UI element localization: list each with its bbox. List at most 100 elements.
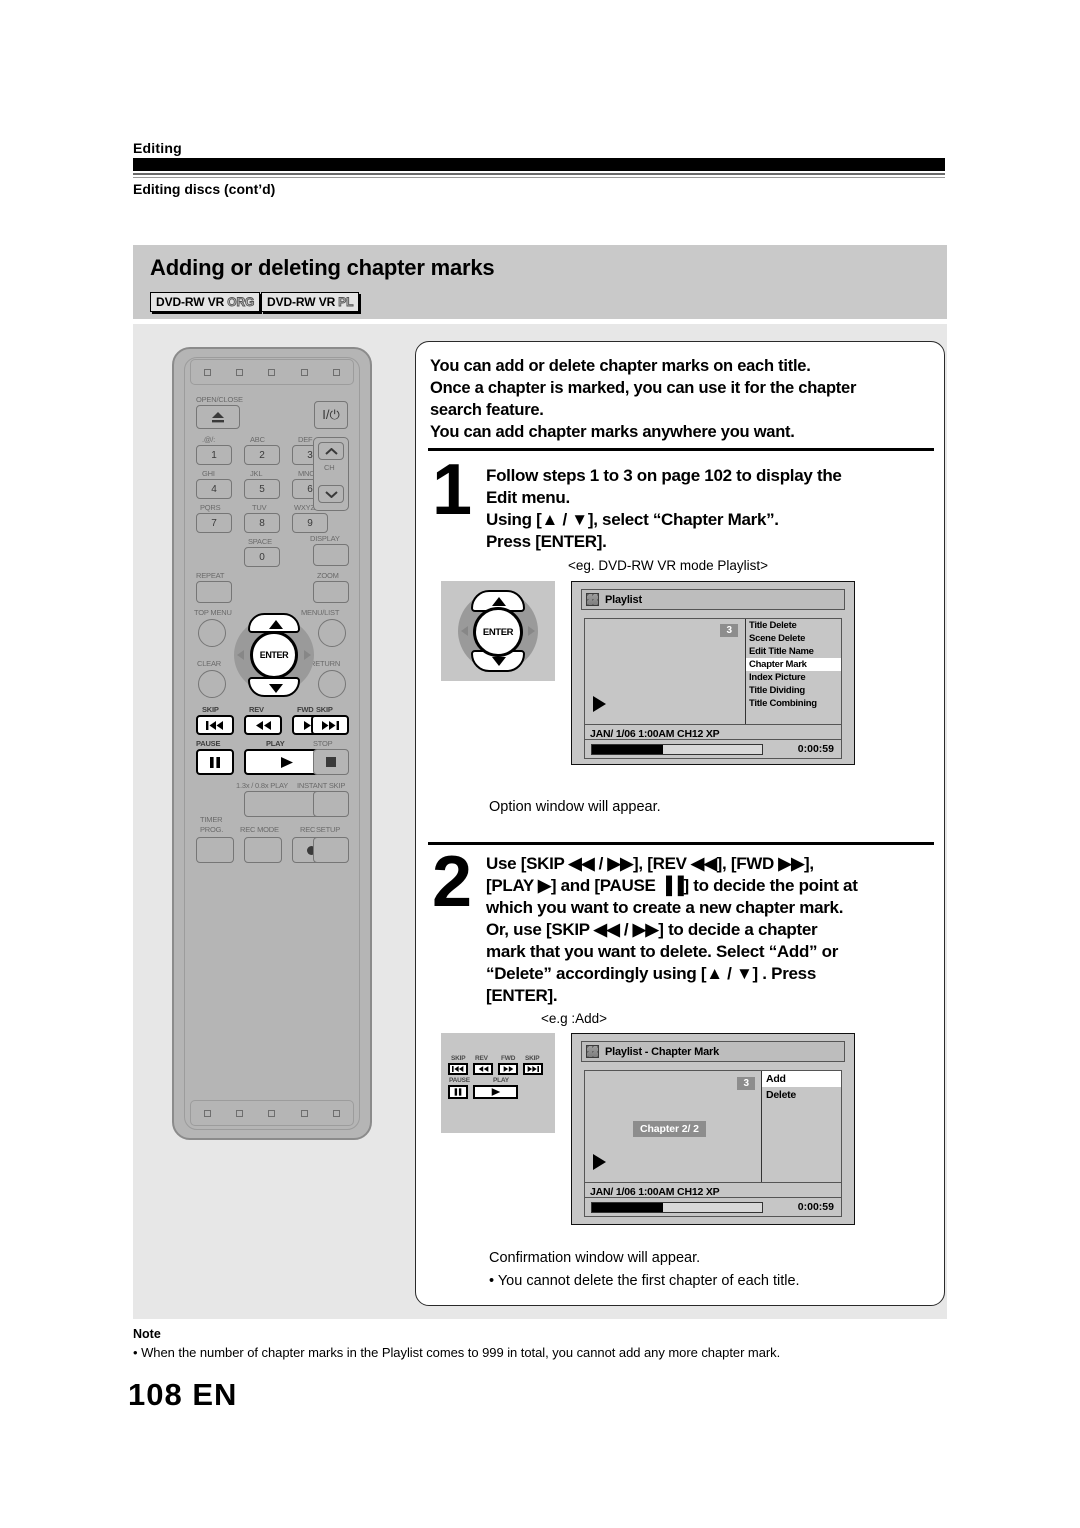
- skip-forward-icon: [322, 720, 339, 730]
- vent-dot: [333, 368, 341, 376]
- mini-fwd-button: [498, 1063, 518, 1075]
- mini-fwd-label: FWD: [501, 1055, 516, 1062]
- screen-mockup-chapter-mark: Playlist - Chapter Mark 3 Chapter 2/ 2 A…: [571, 1033, 855, 1225]
- open-close-button: [196, 405, 240, 429]
- key-2: 2: [244, 445, 280, 465]
- eject-icon: [212, 411, 224, 422]
- key-0: 0: [244, 547, 280, 567]
- setup-button: [313, 837, 349, 863]
- chapter-counter-chip: Chapter 2/ 2: [633, 1121, 706, 1137]
- vent-dot: [236, 1109, 244, 1117]
- intro-line-2: Once a chapter is marked, you can use it…: [430, 379, 857, 397]
- step-1-number: 1: [432, 450, 473, 530]
- instant-skip-label: INSTANT SKIP: [297, 781, 346, 790]
- mini-pause-label: PAUSE: [449, 1077, 470, 1084]
- step-2-result-text: Confirmation window will appear.: [489, 1250, 701, 1266]
- header-rule-thin-1: [133, 173, 945, 175]
- mini-rev-label: REV: [475, 1055, 488, 1062]
- page-title: Adding or deleting chapter marks: [150, 255, 495, 280]
- step-separator-2: [428, 842, 934, 845]
- arrow-down-icon: [269, 684, 283, 693]
- step-2-line-7: [ENTER].: [486, 986, 558, 1005]
- navigation-cluster: ENTER: [232, 607, 316, 703]
- step-1-line-2: Edit menu.: [486, 488, 570, 507]
- menu-item-edit-title-name[interactable]: Edit Title Name: [746, 645, 841, 658]
- mini-play-button: [473, 1085, 518, 1099]
- rev-label: REV: [249, 705, 264, 714]
- stop-label: STOP: [313, 739, 333, 748]
- badge-pl-mode: PL: [338, 295, 354, 310]
- note-text: • When the number of chapter marks in th…: [133, 1345, 781, 1360]
- screen1-progress-track[interactable]: [591, 743, 763, 755]
- menu-item-title-combining[interactable]: Title Combining: [746, 697, 841, 710]
- timer-prog-label-2: PROG.: [200, 825, 224, 834]
- skip-back-label: SKIP: [202, 705, 219, 714]
- nav-down-button: [248, 677, 300, 697]
- key-1: 1: [196, 445, 232, 465]
- arrow-up-icon: [269, 620, 283, 629]
- key-4-letters: GHI: [202, 469, 215, 478]
- screen2-title-number: 3: [737, 1077, 755, 1090]
- badge-org-main: DVD-RW VR: [156, 295, 225, 309]
- arrow-right-icon: [528, 626, 535, 636]
- key-7: 7: [196, 513, 232, 533]
- vent-dot: [203, 1109, 211, 1117]
- step-1-line-3: Using [▲ / ▼], select “Chapter Mark”.: [486, 510, 779, 529]
- rec-label: REC: [300, 825, 316, 834]
- vent-dot: [268, 1109, 276, 1117]
- mini-skip-forward-button: [523, 1063, 543, 1075]
- step-1-result-text: Option window will appear.: [489, 799, 661, 815]
- key-3-letters: DEF: [298, 435, 313, 444]
- skip-back-icon: [206, 720, 223, 730]
- channel-up-button: [318, 442, 344, 460]
- screen2-progress-track[interactable]: [591, 1201, 763, 1213]
- header-rule-thick: [133, 158, 945, 171]
- timer-prog-button: [196, 837, 234, 863]
- mini-skip-back-label: SKIP: [451, 1055, 466, 1062]
- rewind-icon: [478, 1066, 488, 1072]
- enter-button: ENTER: [250, 631, 298, 679]
- play-indicator-icon: [593, 1154, 606, 1170]
- step-separator-1: [428, 448, 934, 451]
- screen1-preview-area: 3 Title Delete Scene Delete Edit Title N…: [584, 618, 842, 725]
- top-menu-label: TOP MENU: [194, 608, 232, 617]
- arrow-right-icon: [304, 650, 311, 660]
- channel-down-button: [318, 485, 344, 503]
- screen2-progress-fill: [592, 1202, 664, 1212]
- pause-icon: [210, 756, 220, 768]
- vent-dot: [333, 1109, 341, 1117]
- badge-pl-main: DVD-RW VR: [267, 295, 336, 309]
- menu-item-scene-delete[interactable]: Scene Delete: [746, 632, 841, 645]
- remote-control-illustration: OPEN/CLOSE I/⏻ .@/: 1 ABC 2 DEF 3 GHI 4 …: [172, 347, 372, 1140]
- arrow-left-icon: [237, 650, 244, 660]
- menu-item-title-delete[interactable]: Title Delete: [746, 619, 841, 632]
- header-rule-thin-2: [133, 177, 945, 178]
- arrow-down-icon: [492, 657, 506, 666]
- vent-dot: [203, 368, 211, 376]
- menu-item-index-picture[interactable]: Index Picture: [746, 671, 841, 684]
- play-label: PLAY: [266, 739, 285, 748]
- screen1-option-menu: Title Delete Scene Delete Edit Title Nam…: [745, 619, 841, 724]
- instruction-panel: You can add or delete chapter marks on e…: [415, 341, 945, 1306]
- disc-format-badge-org: DVD-RW VR ORG: [150, 292, 261, 312]
- menu-item-title-dividing[interactable]: Title Dividing: [746, 684, 841, 697]
- stop-button: [313, 749, 349, 775]
- screen1-title: Playlist: [605, 593, 642, 606]
- badge-org-mode: ORG: [227, 295, 255, 310]
- screen2-option-menu: Add Delete: [761, 1071, 841, 1182]
- menu-item-delete[interactable]: Delete: [762, 1087, 841, 1103]
- menu-list-button: [318, 619, 346, 647]
- vent-dot: [300, 368, 308, 376]
- top-menu-button: [198, 619, 226, 647]
- menu-item-chapter-mark[interactable]: Chapter Mark: [746, 658, 841, 671]
- step-2-key-diagram: SKIP REV FWD SKIP PAUSE PLAY: [441, 1033, 555, 1133]
- menu-item-add[interactable]: Add: [762, 1071, 841, 1087]
- mini-play-label: PLAY: [493, 1077, 509, 1084]
- key-7-letters: PQRS: [200, 503, 221, 512]
- key-1-letters: .@/:: [202, 435, 216, 444]
- repeat-button: [196, 581, 232, 603]
- step-2-result-note: • You cannot delete the first chapter of…: [489, 1273, 800, 1289]
- timer-prog-label-1: TIMER: [200, 815, 223, 824]
- page-section-label: Editing: [133, 140, 182, 156]
- vent-dot: [268, 368, 276, 376]
